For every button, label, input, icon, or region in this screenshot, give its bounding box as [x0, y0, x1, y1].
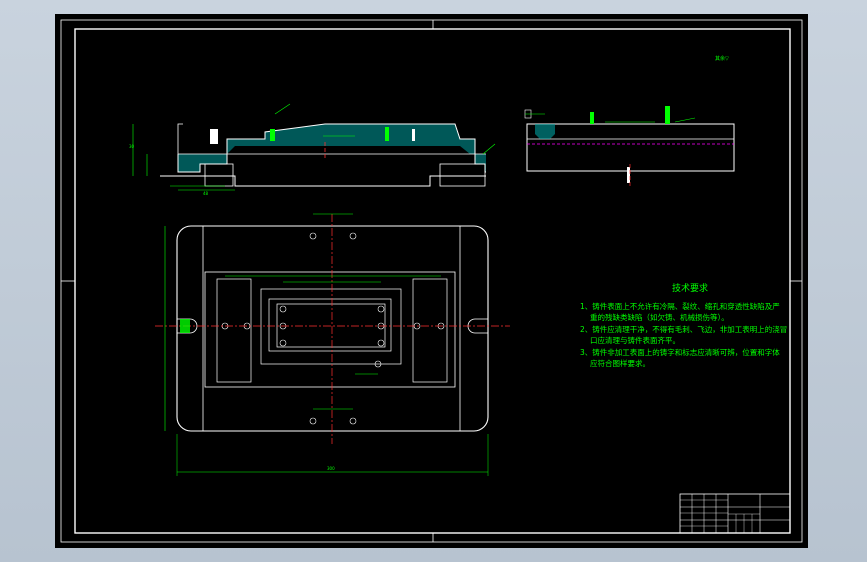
engineering-drawing: 30 48 其余▽ 300 [60, 19, 803, 543]
front-section-view: 30 48 [129, 103, 496, 196]
svg-text:其余▽: 其余▽ [715, 55, 729, 62]
title-block [679, 493, 791, 534]
sheet-outer-border [60, 19, 803, 543]
svg-text:48: 48 [203, 191, 209, 196]
sheet-inner-border [74, 28, 791, 534]
requirement-line: 3、铸件非加工表面上的铸字和标志应清晰可辨，位置和字体 [580, 347, 780, 357]
technical-requirements-title: 技术要求 [671, 284, 708, 294]
side-view: 其余▽ [524, 55, 735, 187]
cad-drawing-viewport[interactable]: 30 48 其余▽ 300 技术要求 1、铸件表面上不允许有冷隔、裂纹、缩孔和穿… [55, 14, 808, 548]
plan-view: 300 [155, 213, 510, 476]
requirement-line: 应符合图样要求。 [590, 359, 650, 368]
requirement-line: 重的残缺类缺陷（如欠铸、机械损伤等）。 [590, 313, 729, 322]
svg-text:300: 300 [327, 466, 335, 471]
requirement-line: 2、铸件应清理干净，不得有毛刺、飞边，非加工表明上的浇冒 [580, 324, 788, 334]
requirement-line: 口应清理与铸件表面齐平。 [590, 336, 680, 345]
requirement-line: 1、铸件表面上不允许有冷隔、裂纹、缩孔和穿透性缺陷及严 [580, 301, 780, 311]
svg-text:30: 30 [129, 144, 135, 149]
technical-requirements: 技术要求 1、铸件表面上不允许有冷隔、裂纹、缩孔和穿透性缺陷及严 重的残缺类缺陷… [580, 284, 830, 370]
